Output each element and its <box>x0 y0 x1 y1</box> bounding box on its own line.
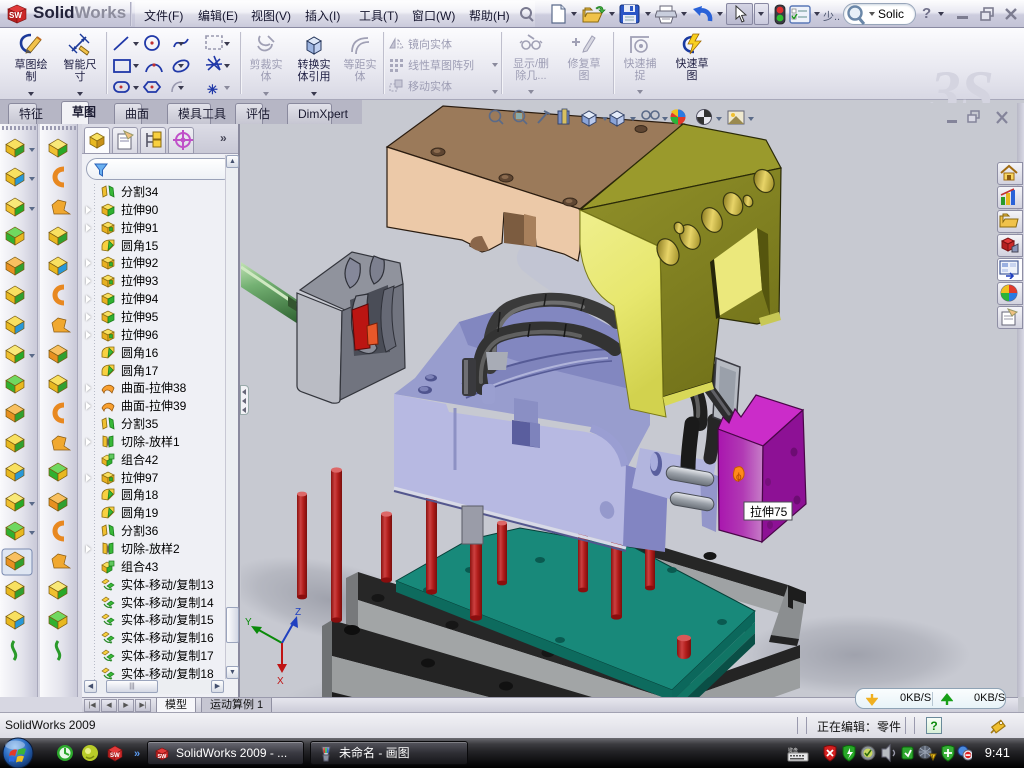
svg-text:ϕ: ϕ <box>736 472 742 483</box>
svg-text:Z: Z <box>295 607 301 618</box>
svg-text:Y: Y <box>245 617 252 628</box>
svg-text:✳: ✳ <box>207 82 218 96</box>
svg-text:SW: SW <box>110 753 120 759</box>
svg-text:SW: SW <box>158 754 168 760</box>
svg-text:»: » <box>134 748 140 760</box>
svg-text:拉伸75: 拉伸75 <box>750 504 788 519</box>
svg-text:SW: SW <box>9 11 22 20</box>
svg-text:X: X <box>277 676 284 687</box>
svg-text:!: ! <box>932 755 933 761</box>
